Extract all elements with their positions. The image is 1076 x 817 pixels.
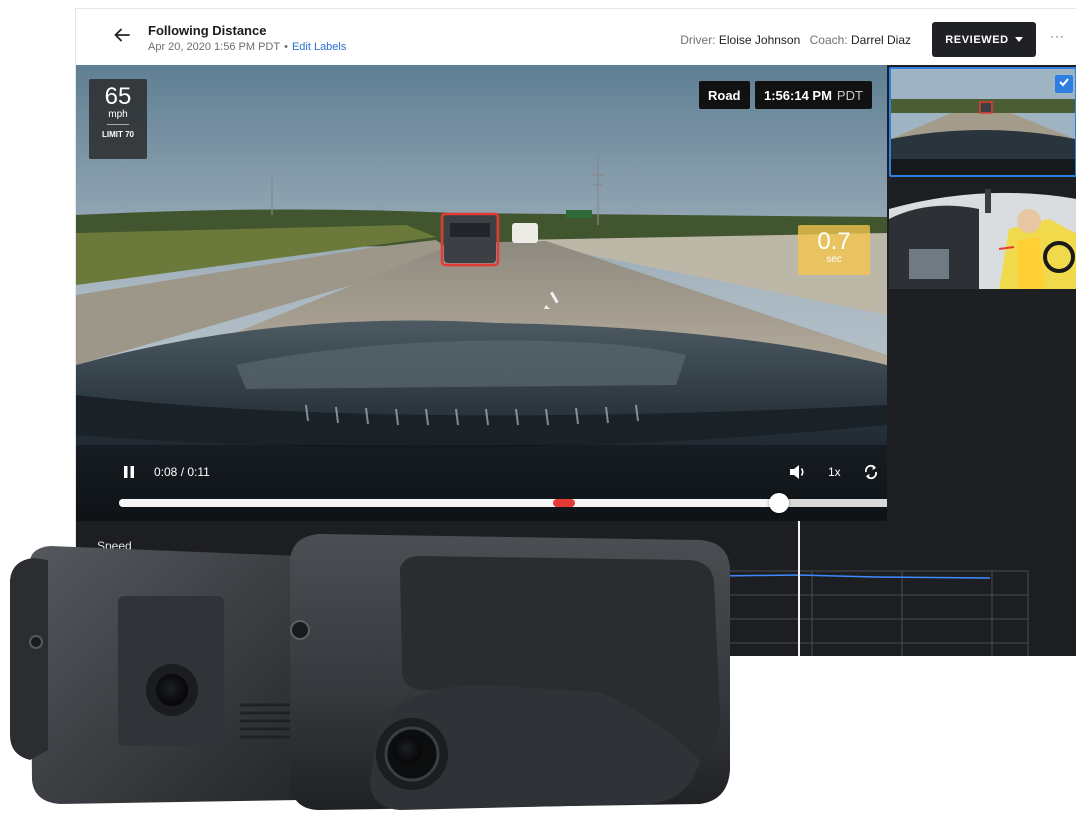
- road-camera-video-frame: [76, 65, 887, 521]
- clock-timezone: PDT: [836, 87, 863, 103]
- selected-checkbox[interactable]: [1055, 75, 1073, 93]
- scrubber-progress: [119, 499, 780, 507]
- coach-label: Coach:: [809, 33, 848, 47]
- event-subtitle: Apr 20, 2020 1:56 PM PDT • Edit Labels: [148, 41, 346, 53]
- event-datetime: Apr 20, 2020 1:56 PM PDT: [148, 41, 281, 53]
- pause-button[interactable]: [122, 465, 136, 482]
- volume-button[interactable]: [789, 464, 807, 483]
- event-marker[interactable]: [552, 499, 575, 507]
- edit-labels-link[interactable]: Edit Labels: [292, 41, 346, 53]
- view-tag: Road: [699, 81, 750, 109]
- separator-dot: •: [284, 41, 288, 53]
- back-button[interactable]: [110, 25, 134, 49]
- clock-time: 1:56:14 PM: [764, 87, 832, 103]
- chart-playhead: [798, 521, 800, 656]
- pause-icon: [122, 465, 136, 482]
- driver-camera-preview: [889, 179, 1076, 289]
- playback-rate-button[interactable]: 1x: [828, 465, 841, 479]
- video-player[interactable]: 65 mph LIMIT 70 Road 1:56:14 PM PDT 0.7 …: [76, 65, 887, 521]
- review-status-label: REVIEWED: [945, 33, 1009, 46]
- speed-limit: LIMIT 70: [101, 130, 134, 139]
- more-options-button[interactable]: ···: [1050, 29, 1065, 43]
- check-icon: [1058, 75, 1070, 93]
- time-display: 0:08 / 0:11: [154, 465, 210, 479]
- driver-label: Driver:: [680, 33, 716, 47]
- arrow-left-icon: [113, 26, 131, 49]
- road-camera-thumbnail[interactable]: [889, 67, 1076, 177]
- driver-camera-thumbnail[interactable]: [889, 179, 1076, 289]
- following-distance-value: 0.7: [817, 228, 851, 255]
- loop-button[interactable]: [863, 463, 879, 484]
- coach-name[interactable]: Darrel Diaz: [851, 33, 911, 47]
- event-title: Following Distance: [148, 23, 267, 38]
- driver-name[interactable]: Eloise Johnson: [719, 33, 800, 47]
- driver-coach-info: Driver: Eloise Johnson Coach: Darrel Dia…: [680, 33, 911, 47]
- video-scrubber[interactable]: [119, 493, 887, 513]
- following-distance-indicator: 0.7 sec: [798, 225, 870, 275]
- clock-tag: 1:56:14 PM PDT: [755, 81, 872, 109]
- road-camera-preview: [891, 69, 1075, 175]
- speed-unit: mph: [108, 109, 128, 120]
- caret-down-icon: [1014, 37, 1023, 42]
- front-dash-camera: [290, 534, 730, 810]
- review-status-button[interactable]: REVIEWED: [932, 22, 1036, 57]
- speed-divider: [107, 124, 129, 125]
- scrubber-handle[interactable]: [769, 493, 790, 513]
- stage: Following Distance Apr 20, 2020 1:56 PM …: [0, 0, 1076, 817]
- dash-camera-hardware-image: [10, 534, 730, 810]
- view-tag-label: Road: [708, 87, 741, 103]
- speed-value: 65: [104, 83, 132, 110]
- rear-dash-camera: [10, 546, 300, 804]
- loop-icon: [863, 463, 879, 484]
- following-distance-unit: sec: [826, 254, 842, 265]
- event-header: Following Distance Apr 20, 2020 1:56 PM …: [76, 9, 1076, 65]
- camera-thumbnails: [887, 65, 1076, 521]
- volume-icon: [789, 464, 807, 483]
- vehicle-speed-indicator: 65 mph LIMIT 70: [89, 79, 147, 159]
